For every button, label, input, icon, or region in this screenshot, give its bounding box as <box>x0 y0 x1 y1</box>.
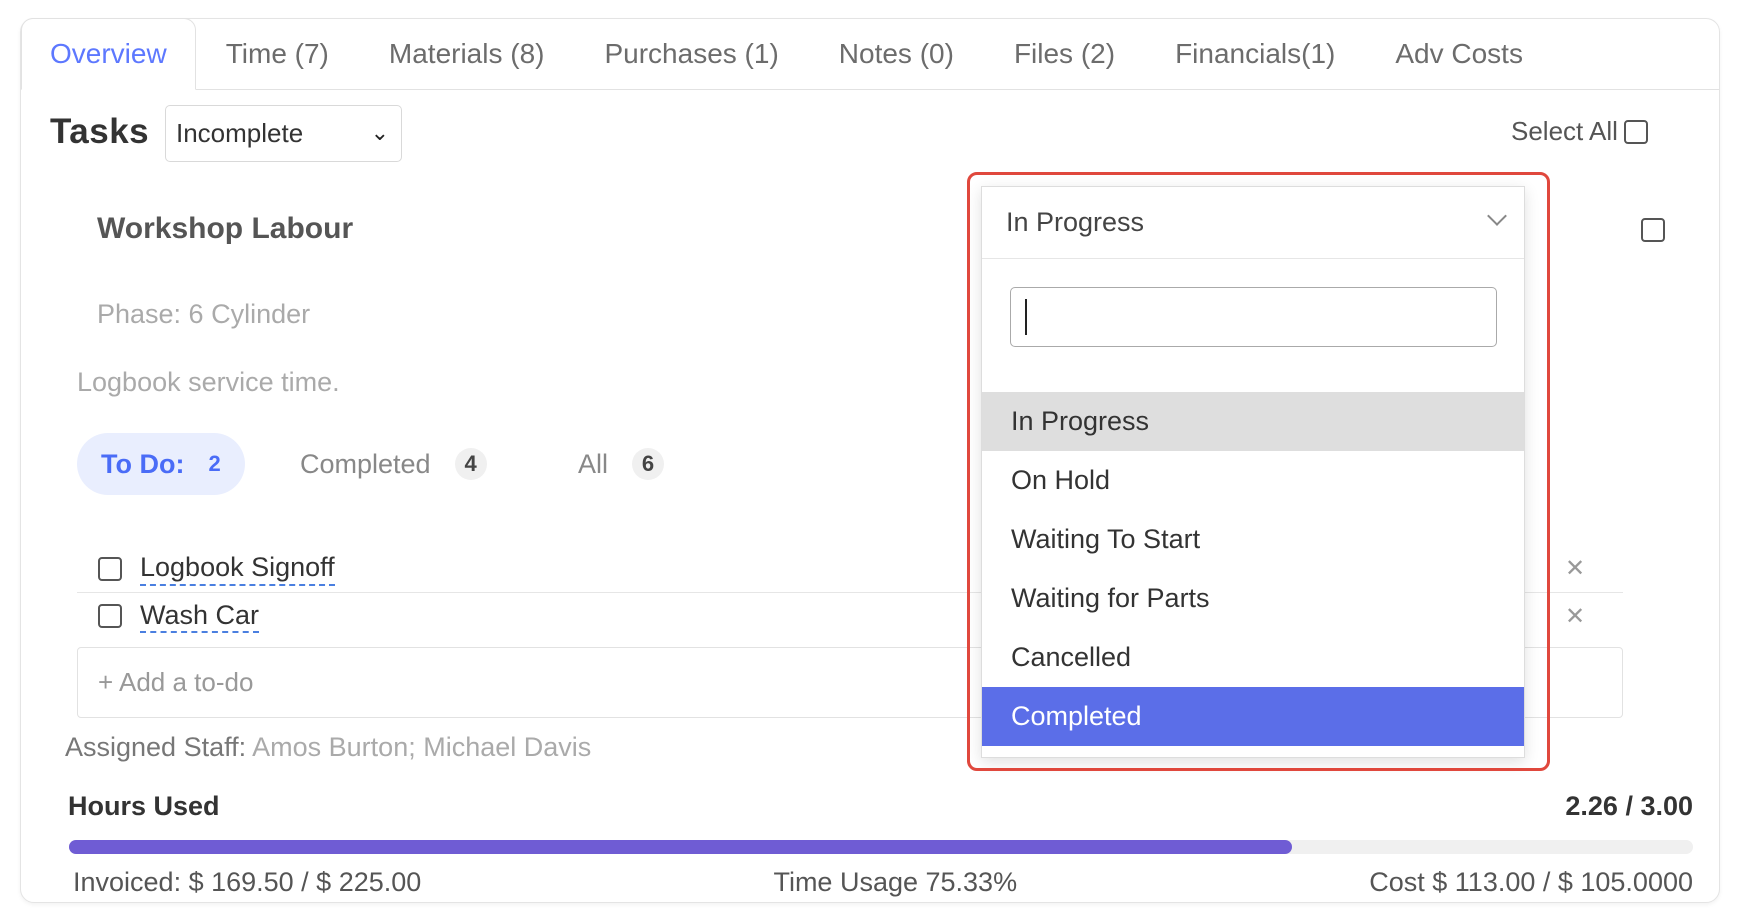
task-title: Workshop Labour <box>97 212 354 245</box>
status-option-cancelled[interactable]: Cancelled <box>982 628 1524 687</box>
cost-amount: Cost $ 113.00 / $ 105.0000 <box>1369 867 1693 897</box>
assigned-staff: Assigned Staff: Amos Burton; Michael Dav… <box>65 732 591 763</box>
tab-adv-costs[interactable]: Adv Costs <box>1365 18 1553 89</box>
todo-label[interactable]: Logbook Signoff <box>140 551 335 586</box>
hours-used-label: Hours Used <box>68 791 220 821</box>
status-dropdown[interactable]: In Progress In Progress On Hold Waiting … <box>981 186 1525 758</box>
close-icon[interactable]: ✕ <box>1565 554 1585 583</box>
assigned-staff-label: Assigned Staff: <box>65 732 247 762</box>
task-description: Logbook service time. <box>77 367 340 397</box>
task-phase: Phase: 6 Cylinder <box>97 299 311 329</box>
hours-progress-bar <box>69 840 1693 854</box>
todo-checkbox[interactable] <box>98 604 122 628</box>
status-option-waiting-for-parts[interactable]: Waiting for Parts <box>982 569 1524 628</box>
assigned-staff-names: Amos Burton; Michael Davis <box>252 732 592 762</box>
filter-all-pill[interactable]: All 6 <box>554 433 688 495</box>
hours-progress-fill <box>69 840 1293 854</box>
hours-used-value: 2.26 / 3.00 <box>1565 791 1693 821</box>
status-search-input[interactable] <box>1010 287 1497 347</box>
task-summary-row: Invoiced: $ 169.50 / $ 225.00 Time Usage… <box>73 867 1693 907</box>
status-option-completed[interactable]: Completed <box>982 687 1524 746</box>
status-dropdown-value: In Progress <box>1006 207 1145 237</box>
tab-financials[interactable]: Financials(1) <box>1145 18 1365 89</box>
filter-todo-label: To Do: <box>101 448 185 479</box>
tab-materials[interactable]: Materials (8) <box>359 18 575 89</box>
todo-checkbox[interactable] <box>98 556 122 581</box>
chevron-down-icon <box>1487 206 1507 226</box>
time-usage: Time Usage 75.33% <box>773 867 1018 897</box>
task-status-filter-value: Incomplete <box>176 118 304 148</box>
filter-all-label: All <box>578 448 609 479</box>
select-all[interactable]: Select All <box>1511 116 1648 147</box>
select-all-checkbox[interactable] <box>1623 119 1648 144</box>
status-option-on-hold[interactable]: On Hold <box>982 451 1524 510</box>
status-option-in-progress[interactable]: In Progress <box>982 392 1524 451</box>
status-options-list: In Progress On Hold Waiting To Start Wai… <box>982 392 1524 746</box>
tab-overview[interactable]: Overview <box>21 18 196 90</box>
filter-completed-label: Completed <box>300 448 431 479</box>
status-dropdown-selected[interactable]: In Progress <box>982 187 1524 259</box>
status-option-waiting-to-start[interactable]: Waiting To Start <box>982 510 1524 569</box>
close-icon[interactable]: ✕ <box>1565 602 1585 631</box>
text-cursor <box>1025 299 1027 335</box>
task-status-filter-select[interactable]: Incomplete ⌄ <box>165 105 402 162</box>
tab-bar: Overview Time (7) Materials (8) Purchase… <box>21 18 1719 90</box>
filter-completed-count: 4 <box>454 448 487 480</box>
tab-notes[interactable]: Notes (0) <box>809 18 984 89</box>
filter-completed-pill[interactable]: Completed 4 <box>276 433 511 495</box>
tab-purchases[interactable]: Purchases (1) <box>574 18 808 89</box>
filter-todo-count: 2 <box>208 451 221 476</box>
todo-label[interactable]: Wash Car <box>140 599 260 634</box>
tab-time[interactable]: Time (7) <box>196 18 359 89</box>
task-checkbox[interactable] <box>1641 218 1665 242</box>
tasks-heading: Tasks <box>50 112 150 151</box>
tab-files[interactable]: Files (2) <box>984 18 1145 89</box>
filter-all-count: 6 <box>632 448 665 480</box>
invoiced-amount: Invoiced: $ 169.50 / $ 225.00 <box>73 867 422 897</box>
select-all-label: Select All <box>1511 116 1618 146</box>
chevron-down-icon: ⌄ <box>370 120 389 145</box>
filter-todo-pill[interactable]: To Do: 2 <box>77 433 245 495</box>
